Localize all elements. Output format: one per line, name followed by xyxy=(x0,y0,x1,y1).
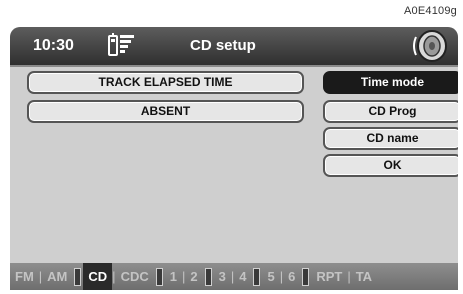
track-elapsed-time-field: TRACK ELAPSED TIME xyxy=(27,71,304,94)
cd-prog-button[interactable]: CD Prog xyxy=(323,100,458,123)
display-screen: 10:30 CD setup TRACK ELAPSED TIME ABSENT… xyxy=(10,27,458,290)
band-am-button[interactable]: AM xyxy=(42,263,72,290)
source-cd-button[interactable]: CD xyxy=(83,263,113,290)
slot-marker xyxy=(253,267,261,286)
page-title: CD setup xyxy=(190,37,256,54)
cd-name-value-field: ABSENT xyxy=(27,100,304,123)
slot-marker xyxy=(74,267,82,286)
speaker-volume-icon xyxy=(412,29,448,68)
preset-4-button[interactable]: 4 xyxy=(234,263,251,290)
slot-marker xyxy=(155,267,163,286)
preset-5-button[interactable]: 5 xyxy=(262,263,279,290)
preset-2-button[interactable]: 2 xyxy=(185,263,202,290)
header-divider xyxy=(10,65,458,67)
source-cdc-button[interactable]: CDC xyxy=(116,263,154,290)
preset-6-button[interactable]: 6 xyxy=(283,263,300,290)
status-bar: 10:30 CD setup xyxy=(10,27,458,65)
preset-1-button[interactable]: 1 xyxy=(165,263,182,290)
cd-name-button[interactable]: CD name xyxy=(323,127,458,150)
source-preset-bar: FM | AM CD | CDC 1 | 2 3 | 4 5 | 6 RPT |… xyxy=(10,263,458,290)
slot-marker xyxy=(204,267,212,286)
traffic-announcement-button[interactable]: TA xyxy=(351,263,377,290)
time-mode-button[interactable]: Time mode xyxy=(323,71,458,94)
preset-3-button[interactable]: 3 xyxy=(214,263,231,290)
phone-signal-icon xyxy=(106,32,136,63)
figure-reference-code: A0E4109g xyxy=(404,5,457,17)
ok-button[interactable]: OK xyxy=(323,154,458,177)
slot-marker xyxy=(302,267,310,286)
clock: 10:30 xyxy=(33,37,74,54)
repeat-button[interactable]: RPT xyxy=(311,263,347,290)
band-fm-button[interactable]: FM xyxy=(10,263,39,290)
